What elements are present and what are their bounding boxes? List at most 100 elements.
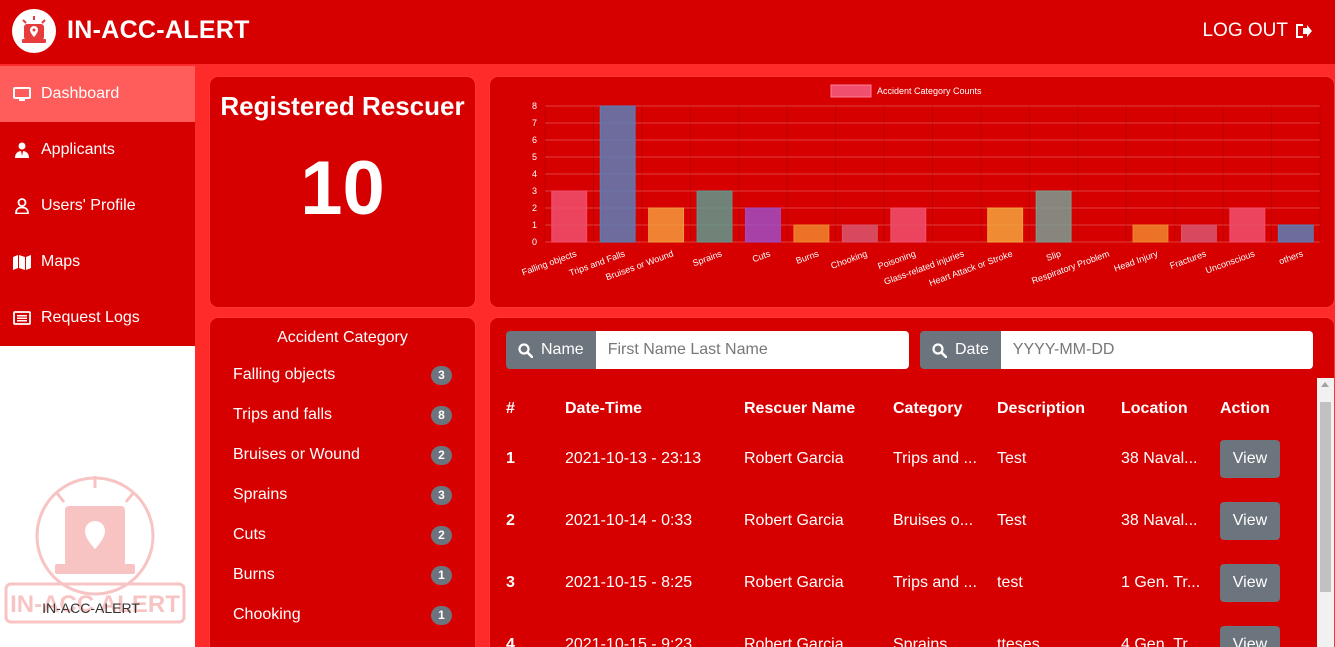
column-header: # <box>506 400 515 417</box>
app-logo[interactable] <box>12 9 56 53</box>
bar <box>648 207 685 243</box>
category-count-badge: 2 <box>431 525 452 545</box>
view-button[interactable]: View <box>1220 440 1280 478</box>
column-header: Location <box>1121 400 1188 417</box>
category-item: Falling objects 3 <box>210 355 475 395</box>
date-search-input[interactable] <box>1000 331 1313 369</box>
category-count-badge: 8 <box>431 405 452 425</box>
row-action: View <box>1220 490 1310 552</box>
name-search-input[interactable] <box>595 331 909 369</box>
map-icon <box>12 254 32 270</box>
y-tick-label: 5 <box>532 152 537 162</box>
sidebar-item-label: Request Logs <box>41 309 140 326</box>
row-description: Test <box>997 512 1027 529</box>
user-icon <box>12 198 32 214</box>
sidebar-item-dashboard[interactable]: Dashboard <box>0 66 195 122</box>
x-tick-label: Head Injury <box>1112 248 1159 273</box>
bar <box>1132 224 1169 243</box>
date-search-addon: Date <box>920 331 1001 369</box>
category-label: Sprains <box>233 486 288 503</box>
table-row: 2 2021-10-14 - 0:33 Robert Garcia Bruise… <box>506 490 1310 552</box>
y-tick-label: 1 <box>532 220 537 230</box>
rescuer-count: 10 <box>300 146 385 231</box>
logout-button[interactable]: LOG OUT <box>1202 20 1312 42</box>
user-tie-icon <box>12 142 32 158</box>
row-description: tteses <box>997 636 1040 647</box>
bar <box>890 207 927 243</box>
row-rescuer: Robert Garcia <box>744 512 844 529</box>
category-label: Trips and falls <box>233 406 332 423</box>
table-row: 1 2021-10-13 - 23:13 Robert Garcia Trips… <box>506 428 1310 490</box>
category-label: Burns <box>233 566 275 583</box>
request-table-card: Name Date # Date-Time Rescuer Name Categ… <box>490 318 1334 647</box>
x-tick-label: Heart Attack or Stroke <box>928 248 1014 288</box>
row-description: Test <box>997 450 1027 467</box>
category-count-badge: 1 <box>431 605 452 625</box>
search-icon <box>518 342 533 358</box>
view-button[interactable]: View <box>1220 626 1280 647</box>
category-count-badge: 3 <box>431 365 452 385</box>
sidebar-nav: Dashboard Applicants Users' Profile Maps… <box>0 66 195 346</box>
sidebar: Dashboard Applicants Users' Profile Maps… <box>0 66 195 647</box>
row-datetime: 2021-10-14 - 0:33 <box>565 512 693 529</box>
search-icon <box>932 342 947 358</box>
x-tick-label: Cuts <box>751 248 772 264</box>
row-datetime: 2021-10-13 - 23:13 <box>565 450 702 467</box>
sidebar-item-maps[interactable]: Maps <box>0 234 195 290</box>
date-search-label: Date <box>955 341 989 358</box>
row-category: Trips and ... <box>893 450 977 467</box>
category-label: Falling objects <box>233 366 336 383</box>
scroll-up-arrow[interactable] <box>1321 382 1329 387</box>
row-datetime: 2021-10-15 - 8:25 <box>565 574 693 591</box>
table-scrollbar[interactable] <box>1317 378 1334 647</box>
view-button[interactable]: View <box>1220 564 1280 602</box>
legend-swatch <box>830 84 872 98</box>
accident-category-card: Accident Category Falling objects 3 Trip… <box>210 318 475 647</box>
x-tick-label: Sprains <box>691 248 724 268</box>
sidebar-item-applicants[interactable]: Applicants <box>0 122 195 178</box>
category-item: Bruises or Wound 2 <box>210 435 475 475</box>
bar <box>1035 190 1072 243</box>
top-navbar: IN-ACC-ALERT LOG OUT <box>0 0 1335 64</box>
x-tick-label: Burns <box>795 248 821 266</box>
row-action: View <box>1220 428 1310 490</box>
category-count-badge: 1 <box>431 565 452 585</box>
view-button[interactable]: View <box>1220 502 1280 540</box>
row-number: 1 <box>506 450 515 467</box>
x-tick-label: Chooking <box>829 248 868 270</box>
category-count-badge: 3 <box>431 485 452 505</box>
x-tick-label: Respiratory Problem <box>1030 248 1111 285</box>
row-action: View <box>1220 614 1310 647</box>
bar <box>793 224 830 243</box>
bar <box>745 207 781 243</box>
sidebar-item-label: Applicants <box>41 141 115 158</box>
y-tick-label: 2 <box>532 203 537 213</box>
y-tick-label: 4 <box>532 169 537 179</box>
row-number: 3 <box>506 574 515 591</box>
registered-rescuer-card: Registered Rescuer 10 <box>210 77 475 307</box>
y-tick-label: 3 <box>532 186 537 196</box>
sidebar-item-users-profile[interactable]: Users' Profile <box>0 178 195 234</box>
category-label: Bruises or Wound <box>233 446 360 463</box>
row-number: 2 <box>506 512 515 529</box>
table-row: 3 2021-10-15 - 8:25 Robert Garcia Trips … <box>506 552 1310 614</box>
accident-category-bar-chart: Accident Category Counts012345678Falling… <box>520 84 1321 288</box>
row-location: 4 Gen. Tr... <box>1121 636 1201 647</box>
column-header: Action <box>1220 400 1270 417</box>
sidebar-item-request-logs[interactable]: Request Logs <box>0 290 195 346</box>
y-tick-label: 8 <box>532 101 537 111</box>
name-search-label: Name <box>541 341 584 358</box>
table-header-row: # Date-Time Rescuer Name Category Descri… <box>506 390 1310 428</box>
column-header: Description <box>997 400 1086 417</box>
category-item: Sprains 3 <box>210 475 475 515</box>
logout-label: LOG OUT <box>1202 20 1288 41</box>
bar <box>1180 224 1217 243</box>
row-category: Bruises o... <box>893 512 974 529</box>
sidebar-logo-text: IN-ACC-ALERT <box>42 600 140 616</box>
scroll-thumb[interactable] <box>1320 402 1331 592</box>
row-description: test <box>997 574 1023 591</box>
sign-out-icon <box>1296 24 1312 38</box>
bar <box>987 207 1024 243</box>
column-header: Category <box>893 400 963 417</box>
bar <box>696 190 733 243</box>
